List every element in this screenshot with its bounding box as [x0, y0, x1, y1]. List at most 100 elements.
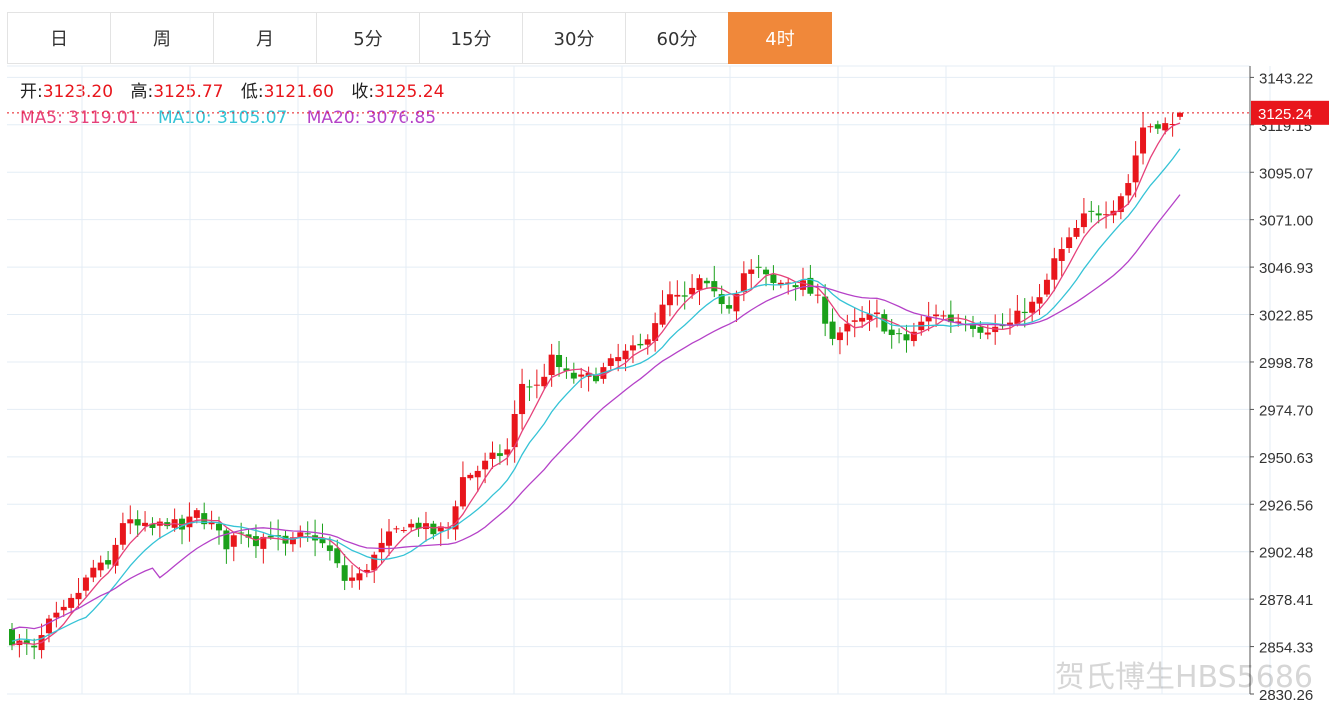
candle-body: [304, 533, 311, 535]
last-price-label: 3125.24: [1258, 106, 1312, 123]
candle-body: [903, 334, 910, 341]
candle-body: [984, 332, 991, 335]
candle-body: [607, 358, 614, 366]
tab-7[interactable]: 4时: [728, 12, 832, 64]
candle-body: [193, 510, 200, 518]
candle-body: [556, 354, 563, 368]
candle-body: [119, 523, 126, 545]
candle-body: [940, 315, 947, 317]
candle-body: [519, 383, 526, 415]
candle-body: [814, 294, 821, 296]
candle-body: [1140, 127, 1147, 154]
ma10-line: [11, 148, 1181, 642]
candle-body: [45, 618, 52, 634]
candle-body: [297, 532, 304, 537]
candle-body: [53, 612, 60, 618]
y-tick-label: 2878.41: [1259, 592, 1313, 609]
candle-body: [215, 523, 222, 531]
candle-body: [533, 384, 540, 386]
candle-body: [1021, 311, 1028, 314]
candle-body: [60, 606, 67, 611]
candle-body: [9, 628, 15, 646]
candle-body: [896, 333, 903, 335]
y-tick-label: 2998.78: [1259, 355, 1313, 372]
candle-body: [1177, 112, 1183, 117]
candle-body: [334, 548, 341, 564]
candle-body: [230, 535, 237, 547]
y-tick-label: 2926.56: [1259, 497, 1313, 514]
candle-body: [82, 577, 89, 591]
watermark: 贺氏博生HBS5686: [1054, 660, 1313, 695]
candle-body: [666, 294, 673, 306]
candle-body: [105, 560, 112, 565]
candle-body: [1080, 213, 1087, 228]
candle-body: [1014, 310, 1021, 324]
candlestick-chart[interactable]: 3143.223119.153095.073071.003046.933022.…: [0, 0, 1329, 702]
candle-body: [1132, 155, 1139, 183]
candle-body: [859, 317, 866, 322]
candle-body: [134, 519, 141, 526]
candle-body: [1051, 258, 1058, 280]
y-tick-label: 2902.48: [1259, 545, 1313, 562]
candle-body: [748, 269, 755, 274]
y-tick-label: 3022.85: [1259, 308, 1313, 325]
candle-body: [1088, 210, 1095, 212]
candle-body: [1029, 301, 1036, 313]
candle-body: [836, 332, 843, 341]
candle-body: [822, 296, 829, 324]
candle-body: [459, 477, 466, 507]
candle-body: [1095, 213, 1102, 216]
candle-body: [977, 326, 984, 333]
candle-body: [474, 470, 481, 478]
candle-body: [430, 523, 437, 535]
candle-body: [770, 274, 777, 283]
candle-body: [799, 280, 806, 290]
candle-body: [570, 372, 577, 379]
candle-body: [792, 285, 799, 288]
candle-body: [1058, 249, 1065, 261]
candle-body: [75, 592, 82, 600]
candle-body: [1154, 124, 1161, 129]
candle-body: [378, 542, 385, 553]
candle-body: [1036, 297, 1043, 304]
candle-body: [400, 530, 407, 532]
candle-body: [622, 350, 629, 360]
candle-body: [326, 545, 333, 551]
candle-body: [526, 386, 533, 388]
candle-body: [740, 273, 747, 293]
candle-body: [763, 269, 770, 275]
candle-body: [1073, 227, 1080, 237]
candle-body: [252, 536, 259, 547]
candle-body: [422, 523, 429, 530]
candle-body: [393, 528, 400, 530]
candle-body: [1147, 126, 1154, 128]
candle-body: [1162, 123, 1169, 131]
candle-body: [356, 573, 363, 581]
ma20-line: [11, 194, 1181, 631]
candle-body: [408, 523, 415, 528]
candle-body: [681, 295, 688, 297]
candle-body: [68, 597, 75, 608]
candle-body: [1043, 279, 1050, 295]
candle-body: [629, 345, 636, 351]
candle-body: [659, 304, 666, 325]
y-tick-label: 2974.70: [1259, 402, 1313, 419]
candle-body: [873, 312, 880, 315]
candle-body: [386, 531, 393, 546]
candle-body: [637, 343, 644, 346]
candle-body: [674, 294, 681, 297]
candle-body: [755, 266, 762, 268]
candle-body: [829, 321, 836, 339]
y-tick-label: 3095.07: [1259, 165, 1313, 182]
y-tick-label: 2950.63: [1259, 450, 1313, 467]
candle-body: [851, 320, 858, 322]
candle-body: [1066, 237, 1073, 248]
candle-body: [467, 474, 474, 479]
candle-body: [548, 354, 555, 376]
candle-body: [703, 280, 710, 284]
candle-body: [341, 565, 348, 581]
candle-body: [482, 460, 489, 470]
candle-body: [496, 453, 503, 456]
candle-body: [726, 305, 733, 309]
y-tick-label: 3046.93: [1259, 260, 1313, 277]
